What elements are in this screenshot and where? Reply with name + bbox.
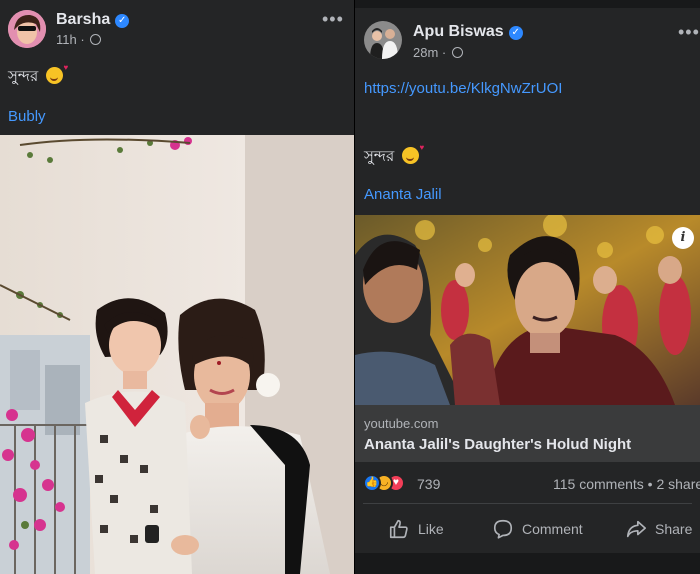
preview-image xyxy=(355,215,700,405)
comment-label[interactable]: Comment xyxy=(522,521,583,537)
avatar-barsha[interactable] xyxy=(8,10,46,48)
like-button[interactable]: Like xyxy=(388,518,444,540)
post-time-text[interactable]: 28m · xyxy=(413,45,450,60)
reaction-count[interactable]: 739 xyxy=(417,476,440,492)
comments-shares-count[interactable]: 115 comments • 2 shares xyxy=(553,476,700,492)
avatar-image xyxy=(364,21,402,59)
author-name-text[interactable]: Barsha xyxy=(56,11,110,28)
post-barsha: Barsha ✓ 11h · ••• সুন্দর Bubly xyxy=(0,0,354,574)
share-button[interactable]: Share xyxy=(625,518,692,540)
link-domain: youtube.com xyxy=(364,416,439,431)
like-label[interactable]: Like xyxy=(418,521,444,537)
youtube-url-link[interactable]: https://youtu.be/KlkgNwZrUOI xyxy=(364,80,562,97)
post-time[interactable]: 28m · xyxy=(413,45,463,60)
action-separator xyxy=(363,503,692,504)
smiling-hearts-emoji-icon xyxy=(46,63,68,84)
tagged-link-bubly[interactable]: Bubly xyxy=(8,108,46,125)
like-reaction-icon: 👍 xyxy=(363,474,381,492)
author-name-text[interactable]: Apu Biswas xyxy=(413,23,504,40)
share-arrow-icon xyxy=(626,520,646,538)
post-time-text[interactable]: 11h · xyxy=(56,32,88,47)
post-text: সুন্দর xyxy=(8,63,68,90)
globe-icon xyxy=(451,47,463,58)
post-text-content: সুন্দর xyxy=(364,148,395,165)
link-title[interactable]: Ananta Jalil's Daughter's Holud Night xyxy=(364,436,631,453)
info-icon[interactable]: i xyxy=(672,227,694,249)
thumbs-up-icon xyxy=(389,519,408,539)
comment-button[interactable]: Comment xyxy=(492,518,583,540)
globe-icon xyxy=(90,34,102,45)
photo-image xyxy=(0,135,354,574)
author-name[interactable]: Apu Biswas ✓ xyxy=(413,23,523,41)
author-name[interactable]: Barsha ✓ xyxy=(56,11,130,29)
avatar-apu-biswas[interactable] xyxy=(364,21,402,59)
more-options-icon[interactable]: ••• xyxy=(322,10,344,28)
post-photo[interactable] xyxy=(0,135,354,574)
video-preview[interactable]: i xyxy=(355,215,700,405)
post-text: সুন্দর xyxy=(364,143,424,170)
post-apu-biswas: Apu Biswas ✓ 28m · ••• https://youtu.be/K… xyxy=(355,0,700,574)
link-card[interactable]: youtube.com Ananta Jalil's Daughter's Ho… xyxy=(355,405,700,462)
feed-gap-top xyxy=(355,0,700,8)
feed-gap xyxy=(355,553,700,574)
comment-bubble-icon xyxy=(493,519,513,539)
tagged-link-ananta-jalil[interactable]: Ananta Jalil xyxy=(364,186,442,203)
share-label[interactable]: Share xyxy=(655,521,692,537)
verified-icon: ✓ xyxy=(115,14,130,28)
more-options-icon[interactable]: ••• xyxy=(678,23,700,41)
avatar-image xyxy=(8,10,46,48)
post-text-content: সুন্দর xyxy=(8,68,39,85)
verified-icon: ✓ xyxy=(508,26,523,40)
smiling-hearts-emoji-icon xyxy=(402,143,424,164)
post-time[interactable]: 11h · xyxy=(56,32,102,47)
